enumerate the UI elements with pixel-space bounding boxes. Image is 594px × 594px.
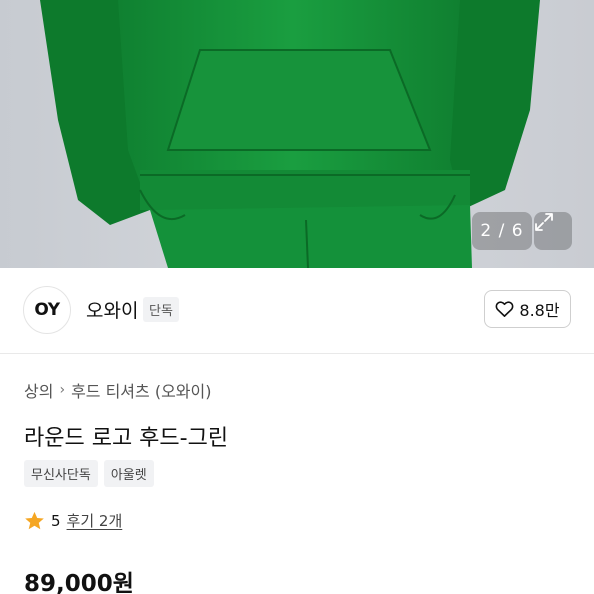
tag-outlet: 아울렛 [103, 460, 154, 487]
product-image[interactable]: 2 / 6 [0, 0, 594, 268]
heart-outline-icon [496, 301, 514, 317]
breadcrumb: 상의 › 후드 티셔츠 (오와이) [24, 378, 211, 402]
brand-logo[interactable]: OY [23, 286, 71, 334]
review-link[interactable]: 후기 2개 [67, 510, 123, 531]
product-tags: 무신사단독 아울렛 [24, 460, 154, 487]
rating: 5 후기 2개 [24, 510, 122, 531]
chevron-right-icon: › [59, 382, 66, 398]
rating-score: 5 [51, 511, 61, 530]
brand-row: OY 오와이 단독 8.8만 [0, 268, 594, 354]
tag-exclusive: 무신사단독 [24, 460, 98, 487]
expand-button[interactable] [534, 212, 572, 250]
exclusive-badge: 단독 [143, 297, 179, 322]
product-price: 89,000원 [24, 571, 134, 594]
image-counter: 2 / 6 [472, 212, 532, 250]
expand-arrows-icon [535, 213, 553, 231]
breadcrumb-item-subcategory[interactable]: 후드 티셔츠 (오와이) [71, 378, 211, 402]
breadcrumb-item-category[interactable]: 상의 [24, 378, 53, 402]
product-title: 라운드 로고 후드-그린 [24, 426, 229, 451]
star-icon [25, 511, 44, 529]
like-button[interactable]: 8.8만 [484, 290, 571, 328]
like-count: 8.8만 [519, 301, 560, 320]
brand-name[interactable]: 오와이 [86, 296, 138, 323]
